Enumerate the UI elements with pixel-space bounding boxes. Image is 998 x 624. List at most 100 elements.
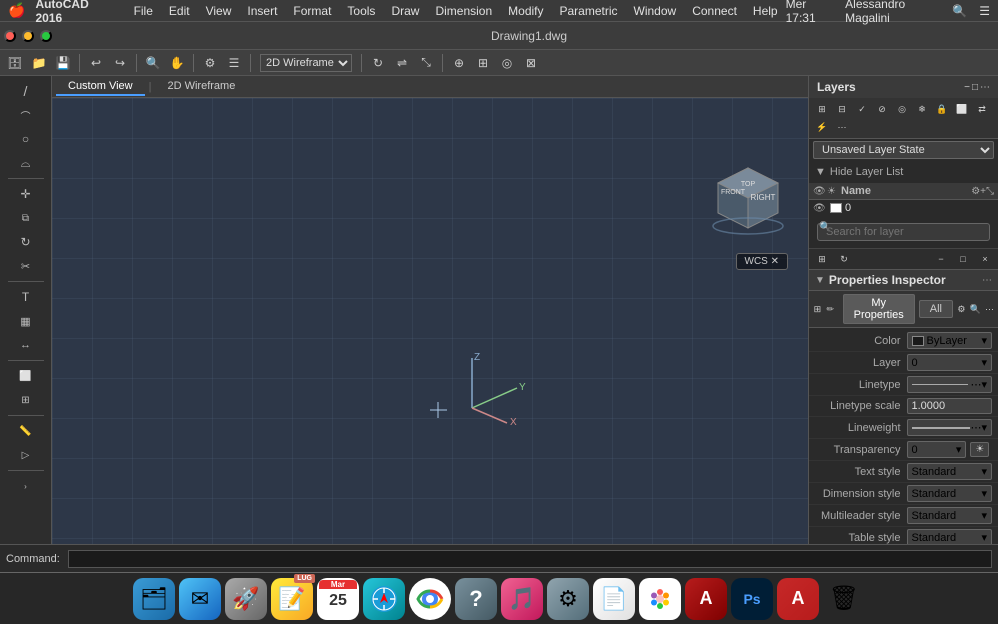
text-style-dropdown[interactable]: Standard ▾	[907, 463, 993, 480]
dock-trash[interactable]: 🗑	[823, 578, 865, 620]
menu-help[interactable]: Help	[745, 4, 786, 18]
lineweight-dropdown[interactable]: ⋯ ▾	[907, 419, 993, 436]
text-tool[interactable]: T	[6, 286, 46, 308]
linetype-scale-input[interactable]	[907, 398, 993, 414]
panel-refresh-icon[interactable]: ↻	[835, 251, 853, 267]
menu-search-icon[interactable]: 🔍	[952, 4, 967, 18]
panel-expand-btn[interactable]: □	[972, 82, 978, 93]
dock-calendar[interactable]: Mar 25	[317, 578, 359, 620]
move-tool[interactable]: ✛	[6, 183, 46, 205]
color-dropdown[interactable]: ByLayer ▾	[907, 332, 993, 349]
dimension-tool[interactable]: ↔	[6, 334, 46, 356]
undo-btn[interactable]: ↩	[85, 53, 107, 73]
menu-window[interactable]: Window	[626, 4, 685, 18]
drawing-area[interactable]: RIGHT FRONT TOP WCS ✕ Z Y	[52, 98, 808, 544]
menu-modify[interactable]: Modify	[500, 4, 551, 18]
redo-btn[interactable]: ↪	[109, 53, 131, 73]
menu-view[interactable]: View	[198, 4, 240, 18]
dim-style-dropdown[interactable]: Standard ▾	[907, 485, 993, 502]
properties-btn[interactable]: ⚙	[199, 53, 221, 73]
props-edit-btn[interactable]: ✏	[826, 301, 835, 317]
polar-btn[interactable]: ◎	[496, 53, 518, 73]
menu-menu-icon[interactable]: ☰	[979, 4, 990, 18]
linetype-dropdown[interactable]: ⋯ ▾	[907, 376, 993, 393]
dock-photos[interactable]	[639, 578, 681, 620]
3d-nav-cube[interactable]: RIGHT FRONT TOP	[708, 158, 788, 238]
rotate-tool[interactable]: ↻	[6, 231, 46, 253]
snap-btn[interactable]: ⊕	[448, 53, 470, 73]
panel-options-btn[interactable]: ⋯	[980, 82, 990, 93]
panel-minimize-icon[interactable]: −	[932, 251, 950, 267]
polyline-tool[interactable]: ⌒	[6, 104, 46, 126]
menu-draw[interactable]: Draw	[383, 4, 427, 18]
layer-match-btn[interactable]: ⊘	[873, 101, 891, 117]
canvas-tab-custom-view[interactable]: Custom View	[56, 78, 145, 96]
draw-style-select[interactable]: 2D Wireframe Realistic Conceptual	[260, 54, 352, 72]
layer-merge-btn[interactable]: ⇄	[973, 101, 991, 117]
panel-maximize-icon[interactable]: □	[954, 251, 972, 267]
menu-connect[interactable]: Connect	[684, 4, 745, 18]
window-close[interactable]	[4, 30, 16, 42]
tab-my-properties[interactable]: My Properties	[843, 294, 915, 324]
circle-tool[interactable]: ○	[6, 128, 46, 150]
open-btn[interactable]: 📁	[28, 53, 50, 73]
hatch-tool[interactable]: ▦	[6, 310, 46, 332]
layer-freeze-btn[interactable]: ❄	[913, 101, 931, 117]
expand-left[interactable]: ›	[20, 475, 32, 497]
panel-close-btn[interactable]: −	[964, 82, 970, 93]
dock-safari[interactable]	[363, 578, 405, 620]
dock-photoshop-icon[interactable]: Ps	[731, 578, 773, 620]
props-options-btn[interactable]: ⋯	[982, 275, 992, 286]
save-btn[interactable]: 💾	[52, 53, 74, 73]
dock-launchpad[interactable]: 🚀	[225, 578, 267, 620]
insert-tool[interactable]: ⊞	[6, 389, 46, 411]
dock-mail[interactable]: ✉	[179, 578, 221, 620]
tab-all[interactable]: All	[919, 300, 953, 318]
menu-tools[interactable]: Tools	[339, 4, 383, 18]
props-more-btn[interactable]: ⋯	[985, 301, 994, 317]
dock-chrome[interactable]	[409, 578, 451, 620]
dock-autocad2-icon[interactable]: A	[777, 578, 819, 620]
props-grid-btn[interactable]: ⊞	[813, 301, 822, 317]
copy-tool[interactable]: ⧉	[6, 207, 46, 229]
col-settings-icon[interactable]: ⚙	[971, 186, 980, 197]
layer-walk-btn[interactable]: ⚡	[813, 119, 831, 135]
table-style-dropdown[interactable]: Standard ▾	[907, 529, 993, 544]
layers-btn[interactable]: ☰	[223, 53, 245, 73]
osnap-btn[interactable]: ⊠	[520, 53, 542, 73]
command-input[interactable]	[68, 550, 992, 568]
layer-current-btn[interactable]: ✓	[853, 101, 871, 117]
wcs-indicator[interactable]: WCS ✕	[736, 253, 789, 270]
selection-tool[interactable]: ▷	[6, 444, 46, 466]
line-tool[interactable]: /	[6, 80, 46, 102]
props-collapse-icon[interactable]: ▼	[815, 275, 825, 286]
layer-delete-btn[interactable]: ⊟	[833, 101, 851, 117]
panel-grid-icon[interactable]: ⊞	[813, 251, 831, 267]
scale-btn[interactable]: ⤡	[415, 53, 437, 73]
dock-autocad-icon[interactable]: A	[685, 578, 727, 620]
ortho-btn[interactable]: ⊞	[472, 53, 494, 73]
mirror-btn[interactable]: ⇌	[391, 53, 413, 73]
props-filter-btn[interactable]: ⚙	[957, 301, 966, 317]
layer-state-dropdown[interactable]: Unsaved Layer State	[813, 141, 994, 159]
apple-menu[interactable]: 🍎	[8, 2, 25, 19]
menu-parametric[interactable]: Parametric	[552, 4, 626, 18]
zoom-btn[interactable]: 🔍	[142, 53, 164, 73]
measure-tool[interactable]: 📏	[6, 420, 46, 442]
dock-finder[interactable]: 🗂	[133, 578, 175, 620]
props-search-btn[interactable]: 🔍	[970, 301, 981, 317]
pan-btn[interactable]: ✋	[166, 53, 188, 73]
dock-system-prefs[interactable]: ⚙	[547, 578, 589, 620]
layer-color-btn[interactable]: ⬜	[953, 101, 971, 117]
menu-format[interactable]: Format	[285, 4, 339, 18]
col-expand-icon[interactable]: ⤡	[986, 186, 994, 197]
layer-search-input[interactable]	[817, 223, 990, 241]
dock-itunes[interactable]: 🎵	[501, 578, 543, 620]
menu-file[interactable]: File	[126, 4, 161, 18]
dock-help[interactable]: ?	[455, 578, 497, 620]
dock-textedit[interactable]: 📄	[593, 578, 635, 620]
window-minimize[interactable]	[22, 30, 34, 42]
multileader-dropdown[interactable]: Standard ▾	[907, 507, 993, 524]
layer-isolate-btn[interactable]: ◎	[893, 101, 911, 117]
canvas-tab-2d-wireframe[interactable]: 2D Wireframe	[155, 78, 247, 96]
